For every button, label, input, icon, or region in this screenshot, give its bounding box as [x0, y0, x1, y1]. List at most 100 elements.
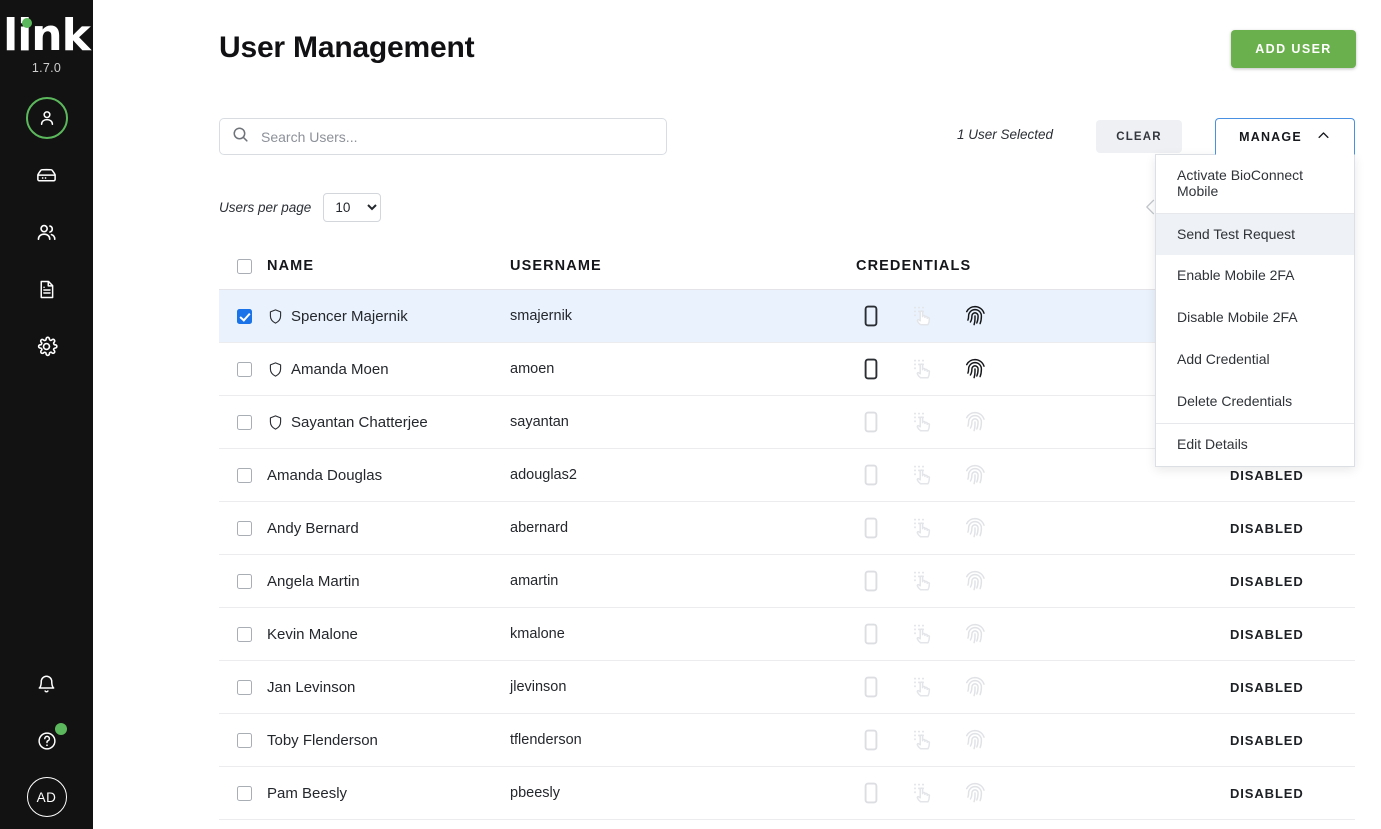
row-select-cell: [219, 309, 267, 324]
server-icon: [35, 164, 58, 187]
per-page-control: Users per page 102550100: [219, 193, 381, 222]
user-name-label: Sayantan Chatterjee: [291, 414, 428, 431]
card-tap-credential-icon[interactable]: [908, 675, 938, 699]
cell-mobile-2fa: DISABLED: [1230, 627, 1355, 642]
manage-button-label: MANAGE: [1239, 130, 1302, 144]
card-tap-credential-icon[interactable]: [908, 728, 938, 752]
sidebar-item-users-profile[interactable]: [26, 97, 68, 139]
card-tap-credential-icon[interactable]: [908, 516, 938, 540]
menu-item-enable-mobile-2fa[interactable]: Enable Mobile 2FA: [1156, 255, 1354, 297]
per-page-select[interactable]: 102550100: [323, 193, 381, 222]
cell-name: Jan Levinson: [267, 679, 510, 696]
row-select-cell: [219, 468, 267, 483]
column-header-name[interactable]: NAME: [267, 258, 510, 274]
mobile-credential-icon[interactable]: [856, 304, 886, 328]
fingerprint-credential-icon[interactable]: [960, 516, 990, 540]
cell-credentials: [856, 675, 1230, 699]
help-button[interactable]: [25, 721, 69, 765]
mobile-credential-icon[interactable]: [856, 728, 886, 752]
table-row[interactable]: Pam BeeslypbeeslyDISABLED: [219, 767, 1355, 820]
row-checkbox[interactable]: [237, 680, 252, 695]
fingerprint-credential-icon[interactable]: [960, 410, 990, 434]
mobile-credential-icon[interactable]: [856, 569, 886, 593]
row-select-cell: [219, 680, 267, 695]
cell-credentials: [856, 463, 1230, 487]
menu-item-edit-details[interactable]: Edit Details: [1156, 424, 1354, 466]
sidebar-item-devices[interactable]: [26, 154, 68, 196]
manage-dropdown-menu[interactable]: Activate BioConnect MobileSend Test Requ…: [1155, 154, 1355, 467]
column-header-username[interactable]: USERNAME: [510, 258, 856, 274]
sidebar-item-reports[interactable]: [26, 268, 68, 310]
add-user-button[interactable]: ADD USER: [1231, 30, 1356, 68]
search-box[interactable]: [219, 118, 667, 155]
notifications-button[interactable]: [25, 665, 69, 709]
mobile-credential-icon[interactable]: [856, 622, 886, 646]
select-all-checkbox[interactable]: [237, 259, 252, 274]
cell-mobile-2fa: DISABLED: [1230, 574, 1355, 589]
menu-item-delete-credentials[interactable]: Delete Credentials: [1156, 381, 1354, 424]
card-tap-credential-icon[interactable]: [908, 410, 938, 434]
people-icon: [35, 221, 58, 244]
sidebar-item-groups[interactable]: [26, 211, 68, 253]
table-row[interactable]: Jan LevinsonjlevinsonDISABLED: [219, 661, 1355, 714]
menu-item-send-test-request[interactable]: Send Test Request: [1156, 214, 1354, 256]
row-checkbox[interactable]: [237, 468, 252, 483]
table-row[interactable]: Angela Martinamartin DISABLED: [219, 555, 1355, 608]
card-tap-credential-icon[interactable]: [908, 463, 938, 487]
card-tap-credential-icon[interactable]: [908, 569, 938, 593]
table-row[interactable]: Toby FlendersontflendersonDISABLED: [219, 714, 1355, 767]
row-select-cell: [219, 362, 267, 377]
cell-name: Angela Martin: [267, 573, 510, 590]
shield-icon: [267, 308, 284, 325]
avatar[interactable]: AD: [27, 777, 67, 817]
mobile-credential-icon[interactable]: [856, 410, 886, 434]
card-tap-credential-icon[interactable]: [908, 357, 938, 381]
mobile-credential-icon[interactable]: [856, 781, 886, 805]
logo-text: link: [3, 10, 90, 61]
search-input[interactable]: [250, 119, 666, 154]
row-select-cell: [219, 574, 267, 589]
menu-item-disable-mobile-2fa[interactable]: Disable Mobile 2FA: [1156, 297, 1354, 339]
fingerprint-credential-icon[interactable]: [960, 304, 990, 328]
fingerprint-credential-icon[interactable]: [960, 357, 990, 381]
brand-logo: link 1.7.0: [0, 14, 93, 75]
clear-selection-button[interactable]: CLEAR: [1096, 120, 1182, 153]
row-checkbox[interactable]: [237, 574, 252, 589]
fingerprint-credential-icon[interactable]: [960, 463, 990, 487]
fingerprint-credential-icon[interactable]: [960, 781, 990, 805]
cell-credentials: [856, 781, 1230, 805]
bell-icon: [36, 674, 57, 700]
fingerprint-credential-icon[interactable]: [960, 728, 990, 752]
row-checkbox[interactable]: [237, 627, 252, 642]
mobile-credential-icon[interactable]: [856, 463, 886, 487]
card-tap-credential-icon[interactable]: [908, 304, 938, 328]
fingerprint-credential-icon[interactable]: [960, 622, 990, 646]
row-checkbox[interactable]: [237, 521, 252, 536]
fingerprint-credential-icon[interactable]: [960, 569, 990, 593]
row-checkbox[interactable]: [237, 415, 252, 430]
row-select-cell: [219, 415, 267, 430]
mobile-credential-icon[interactable]: [856, 675, 886, 699]
row-checkbox[interactable]: [237, 786, 252, 801]
cell-mobile-2fa: DISABLED: [1230, 468, 1355, 483]
mobile-credential-icon[interactable]: [856, 357, 886, 381]
cell-username: amartin: [510, 573, 856, 589]
card-tap-credential-icon[interactable]: [908, 781, 938, 805]
mobile-credential-icon[interactable]: [856, 516, 886, 540]
row-checkbox[interactable]: [237, 309, 252, 324]
card-tap-credential-icon[interactable]: [908, 622, 938, 646]
cell-username: pbeesly: [510, 785, 856, 801]
menu-item-activate-bioconnect-mobile[interactable]: Activate BioConnect Mobile: [1156, 155, 1354, 214]
sidebar-nav: [0, 97, 93, 382]
gear-icon: [35, 335, 58, 358]
row-checkbox[interactable]: [237, 362, 252, 377]
menu-item-add-credential[interactable]: Add Credential: [1156, 339, 1354, 381]
table-row[interactable]: Andy BernardabernardDISABLED: [219, 502, 1355, 555]
sidebar-item-settings[interactable]: [26, 325, 68, 367]
manage-button[interactable]: MANAGE: [1215, 118, 1355, 155]
cell-credentials: [856, 516, 1230, 540]
row-checkbox[interactable]: [237, 733, 252, 748]
table-row[interactable]: Kevin MalonekmaloneDISABLED: [219, 608, 1355, 661]
select-all-cell: [219, 259, 267, 274]
fingerprint-credential-icon[interactable]: [960, 675, 990, 699]
